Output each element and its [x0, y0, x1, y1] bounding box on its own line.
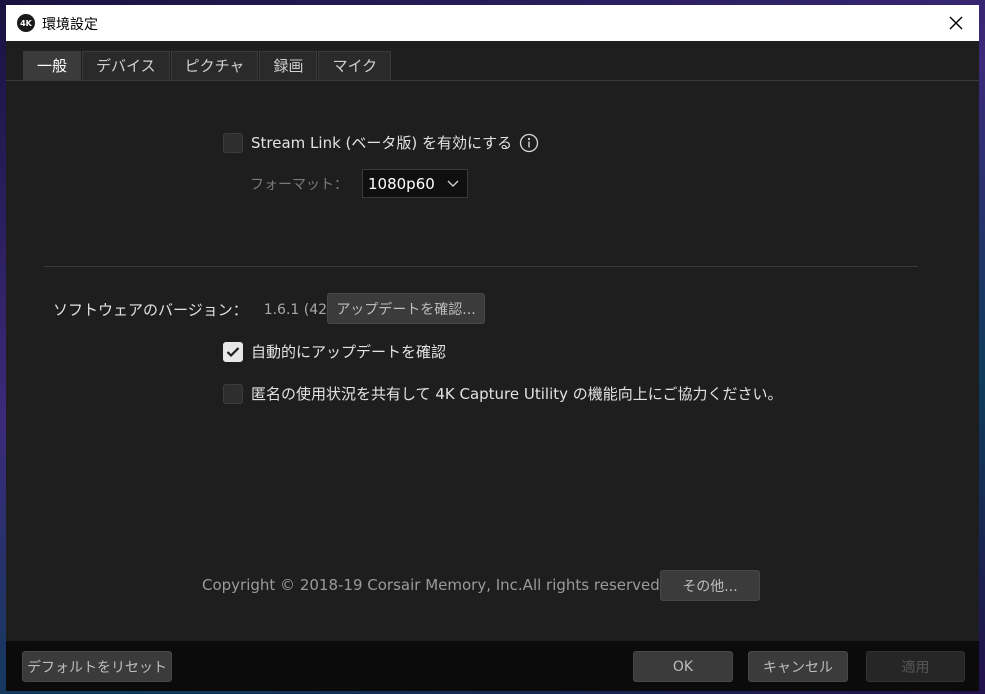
share-usage-checkbox[interactable] [223, 383, 243, 404]
tab-divider [6, 80, 979, 81]
tab-device[interactable]: デバイス [82, 51, 170, 80]
footer-bar: デフォルトをリセット OK キャンセル 適用 [6, 641, 979, 691]
auto-update-row: 自動的にアップデートを確認 [223, 341, 446, 362]
close-icon [949, 16, 963, 30]
tab-recording[interactable]: 録画 [259, 51, 318, 80]
version-row: ソフトウェアのバージョン： 1.6.1 (4206) [53, 299, 350, 320]
apply-button[interactable]: 適用 [866, 651, 965, 682]
info-icon[interactable] [519, 133, 539, 153]
section-divider [44, 266, 918, 267]
version-label: ソフトウェアのバージョン： [53, 301, 248, 319]
app-logo-icon: 4K [17, 14, 35, 32]
stream-link-checkbox[interactable] [223, 132, 243, 153]
share-usage-label: 匿名の使用状況を共有して 4K Capture Utility の機能向上にご協… [251, 385, 783, 403]
reset-defaults-button[interactable]: デフォルトをリセット [22, 651, 172, 682]
more-info-button[interactable]: その他... [660, 570, 760, 601]
title-bar: 4K 環境設定 [6, 5, 979, 41]
check-update-button[interactable]: アップデートを確認... [327, 293, 485, 324]
app-logo-text: 4K [20, 18, 32, 28]
format-row: フォーマット： 1080p60 [250, 169, 468, 198]
copyright-text: Copyright © 2018-19 Corsair Memory, Inc.… [202, 576, 665, 594]
cancel-button[interactable]: キャンセル [748, 651, 848, 682]
ok-button[interactable]: OK [633, 651, 733, 682]
tab-bar: 一般 デバイス ピクチャ 録画 マイク [23, 51, 392, 81]
tab-microphone[interactable]: マイク [318, 51, 392, 80]
window-title: 環境設定 [42, 17, 98, 33]
share-usage-row: 匿名の使用状況を共有して 4K Capture Utility の機能向上にご協… [223, 383, 782, 404]
auto-update-checkbox[interactable] [223, 341, 243, 362]
tab-general[interactable]: 一般 [23, 51, 82, 80]
checkmark-icon [226, 346, 240, 357]
close-button[interactable] [943, 9, 969, 37]
format-label: フォーマット： [250, 176, 348, 193]
chevron-down-icon [447, 180, 459, 187]
format-select[interactable]: 1080p60 [362, 169, 468, 198]
stream-link-label: Stream Link (ベータ版) を有効にする [251, 134, 513, 152]
settings-window: 一般 デバイス ピクチャ 録画 マイク Stream Link (ベータ版) を… [6, 41, 979, 641]
stream-link-row: Stream Link (ベータ版) を有効にする [223, 132, 539, 153]
auto-update-label: 自動的にアップデートを確認 [251, 343, 447, 361]
format-value: 1080p60 [368, 174, 435, 193]
tab-picture[interactable]: ピクチャ [170, 51, 259, 80]
